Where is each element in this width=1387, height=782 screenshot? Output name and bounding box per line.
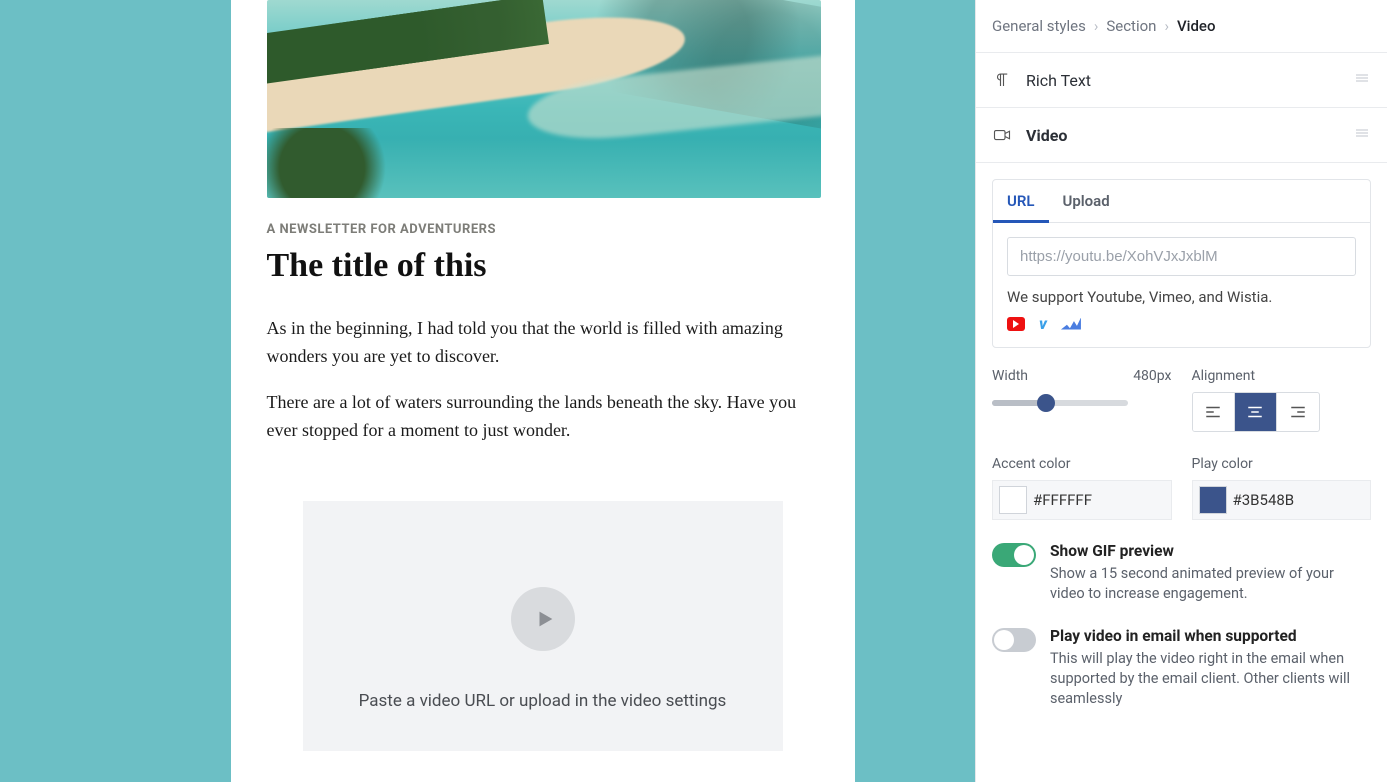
play-icon [511,587,575,651]
play-color-picker[interactable]: #3B548B [1192,480,1372,520]
provider-support-text: We support Youtube, Vimeo, and Wistia. [1007,288,1356,306]
settings-panel: General styles › Section › Video Rich Te… [975,0,1387,782]
email-canvas[interactable]: A NEWSLETTER FOR ADVENTURERS The title o… [231,0,855,782]
drag-handle-icon[interactable] [1353,69,1371,91]
toggle-gif-title: Show GIF preview [1050,542,1371,560]
provider-icons: v [1007,314,1356,333]
paragraph-icon [992,70,1012,90]
page-title: The title of this [267,247,819,285]
wistia-icon [1061,318,1081,330]
chevron-right-icon: › [1164,17,1169,35]
block-label: Video [1026,126,1067,145]
kicker-text: A NEWSLETTER FOR ADVENTURERS [267,222,819,237]
breadcrumb-video: Video [1177,17,1216,35]
accent-color-value: #FFFFFF [1033,491,1092,509]
youtube-icon [1007,317,1025,331]
toggle-play-in-email[interactable] [992,628,1036,652]
align-left-button[interactable] [1193,393,1234,431]
block-rich-text[interactable]: Rich Text [976,53,1387,108]
preview-pane: A NEWSLETTER FOR ADVENTURERS The title o… [0,0,975,782]
body-paragraph: There are a lot of waters surrounding th… [267,389,819,445]
toggle-gif-desc: Show a 15 second animated preview of you… [1050,564,1371,605]
alignment-group [1192,392,1320,432]
block-label: Rich Text [1026,71,1091,90]
toggle-play-title: Play video in email when supported [1050,627,1371,645]
block-video[interactable]: Video [976,108,1387,163]
toggle-play-desc: This will play the video right in the em… [1050,649,1371,710]
tab-url[interactable]: URL [993,180,1049,222]
play-color-swatch [1199,486,1227,514]
width-value: 480px [1133,368,1171,384]
chevron-right-icon: › [1094,17,1099,35]
alignment-label: Alignment [1192,368,1256,384]
accent-color-label: Accent color [992,456,1070,472]
width-slider[interactable] [992,400,1128,406]
breadcrumb-section[interactable]: Section [1106,17,1156,35]
video-icon [992,125,1012,145]
video-url-input[interactable] [1007,237,1356,276]
accent-color-picker[interactable]: #FFFFFF [992,480,1172,520]
video-placeholder-hint: Paste a video URL or upload in the video… [323,691,763,711]
play-color-value: #3B548B [1233,491,1295,509]
align-right-button[interactable] [1276,393,1318,431]
drag-handle-icon[interactable] [1353,124,1371,146]
body-paragraph: As in the beginning, I had told you that… [267,315,819,371]
accent-color-swatch [999,486,1027,514]
hero-image [267,0,821,198]
tab-upload[interactable]: Upload [1049,180,1124,222]
align-center-button[interactable] [1234,393,1276,431]
toggle-gif-preview[interactable] [992,543,1036,567]
video-placeholder[interactable]: Paste a video URL or upload in the video… [303,501,783,751]
vimeo-icon: v [1039,314,1047,333]
breadcrumb: General styles › Section › Video [976,0,1387,53]
width-label: Width [992,368,1028,384]
video-source-tabs: URL Upload We support Youtube, Vimeo, an… [992,179,1371,348]
breadcrumb-general[interactable]: General styles [992,17,1086,35]
play-color-label: Play color [1192,456,1253,472]
